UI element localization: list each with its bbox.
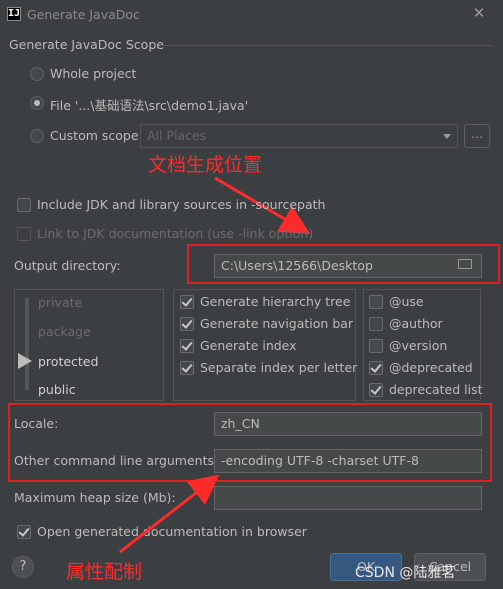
link-jdk-label[interactable]: Link to JDK documentation (use -link opt…	[37, 226, 313, 241]
annotation-properties-text: 属性配制	[66, 561, 143, 583]
chevron-down-icon	[443, 134, 451, 139]
hierarchy-tree-label[interactable]: Generate hierarchy tree	[200, 294, 350, 309]
navigation-bar-label[interactable]: Generate navigation bar	[200, 316, 353, 331]
use-tag-label[interactable]: @use	[389, 294, 424, 309]
link-jdk-checkbox[interactable]	[17, 227, 31, 241]
csdn-watermark: CSDN @陆雅茗	[355, 565, 456, 581]
heap-size-input[interactable]	[214, 486, 482, 510]
visibility-private: private	[38, 295, 83, 310]
help-button[interactable]: ?	[12, 556, 34, 578]
include-jdk-checkbox[interactable]	[17, 198, 31, 212]
whole-project-label[interactable]: Whole project	[50, 66, 136, 81]
annotation-arrow-icon	[119, 474, 220, 554]
author-tag-checkbox[interactable]	[369, 317, 383, 331]
open-browser-checkbox[interactable]	[17, 525, 31, 539]
args-label: Other command line arguments:	[14, 453, 219, 468]
version-tag-label[interactable]: @version	[389, 338, 447, 353]
generate-index-label[interactable]: Generate index	[200, 338, 297, 353]
output-directory-label-text: Output directory:	[14, 258, 121, 273]
dialog-title: Generate JavaDoc	[27, 7, 140, 22]
visibility-slider-thumb[interactable]	[18, 353, 32, 369]
separate-index-checkbox[interactable]	[180, 361, 194, 375]
args-input[interactable]: -encoding UTF-8 -charset UTF-8	[214, 449, 482, 473]
custom-scope-dropdown[interactable]: All Places	[140, 124, 458, 148]
visibility-protected: protected	[38, 354, 99, 369]
whole-project-radio[interactable]	[30, 67, 44, 81]
use-tag-checkbox[interactable]	[369, 295, 383, 309]
file-scope-radio[interactable]	[30, 96, 44, 110]
version-tag-checkbox[interactable]	[369, 339, 383, 353]
close-icon[interactable]: ✕	[470, 4, 488, 22]
hierarchy-tree-checkbox[interactable]	[180, 295, 194, 309]
visibility-package: package	[38, 324, 91, 339]
deprecated-tag-label[interactable]: @deprecated	[389, 360, 473, 375]
deprecated-list-checkbox[interactable]	[369, 383, 383, 397]
generate-index-checkbox[interactable]	[180, 339, 194, 353]
include-jdk-label[interactable]: Include JDK and library sources in -sour…	[37, 197, 325, 212]
visibility-panel	[14, 289, 164, 401]
custom-scope-radio[interactable]	[30, 129, 44, 143]
output-directory-label: Output directory:	[14, 258, 121, 273]
section-separator	[160, 45, 494, 46]
deprecated-tag-checkbox[interactable]	[369, 361, 383, 375]
output-directory-input[interactable]: C:\Users\12566\Desktop	[214, 254, 482, 278]
separate-index-label[interactable]: Separate index per letter	[200, 360, 357, 375]
intellij-app-icon: IJ	[7, 7, 21, 21]
deprecated-list-label[interactable]: deprecated list	[389, 382, 483, 397]
locale-label: Locale:	[14, 416, 59, 431]
visibility-slider-track[interactable]	[25, 298, 29, 390]
scope-section-title: Generate JavaDoc Scope	[9, 37, 164, 52]
folder-icon[interactable]	[458, 259, 472, 269]
navigation-bar-checkbox[interactable]	[180, 317, 194, 331]
file-scope-label[interactable]: File '...\基础语法\src\demo1.java'	[50, 95, 248, 114]
browse-scope-button[interactable]: …	[464, 124, 490, 148]
locale-input[interactable]: zh_CN	[214, 412, 482, 436]
author-tag-label[interactable]: @author	[389, 316, 443, 331]
custom-scope-label[interactable]: Custom scope	[50, 128, 139, 143]
visibility-public: public	[38, 382, 76, 397]
